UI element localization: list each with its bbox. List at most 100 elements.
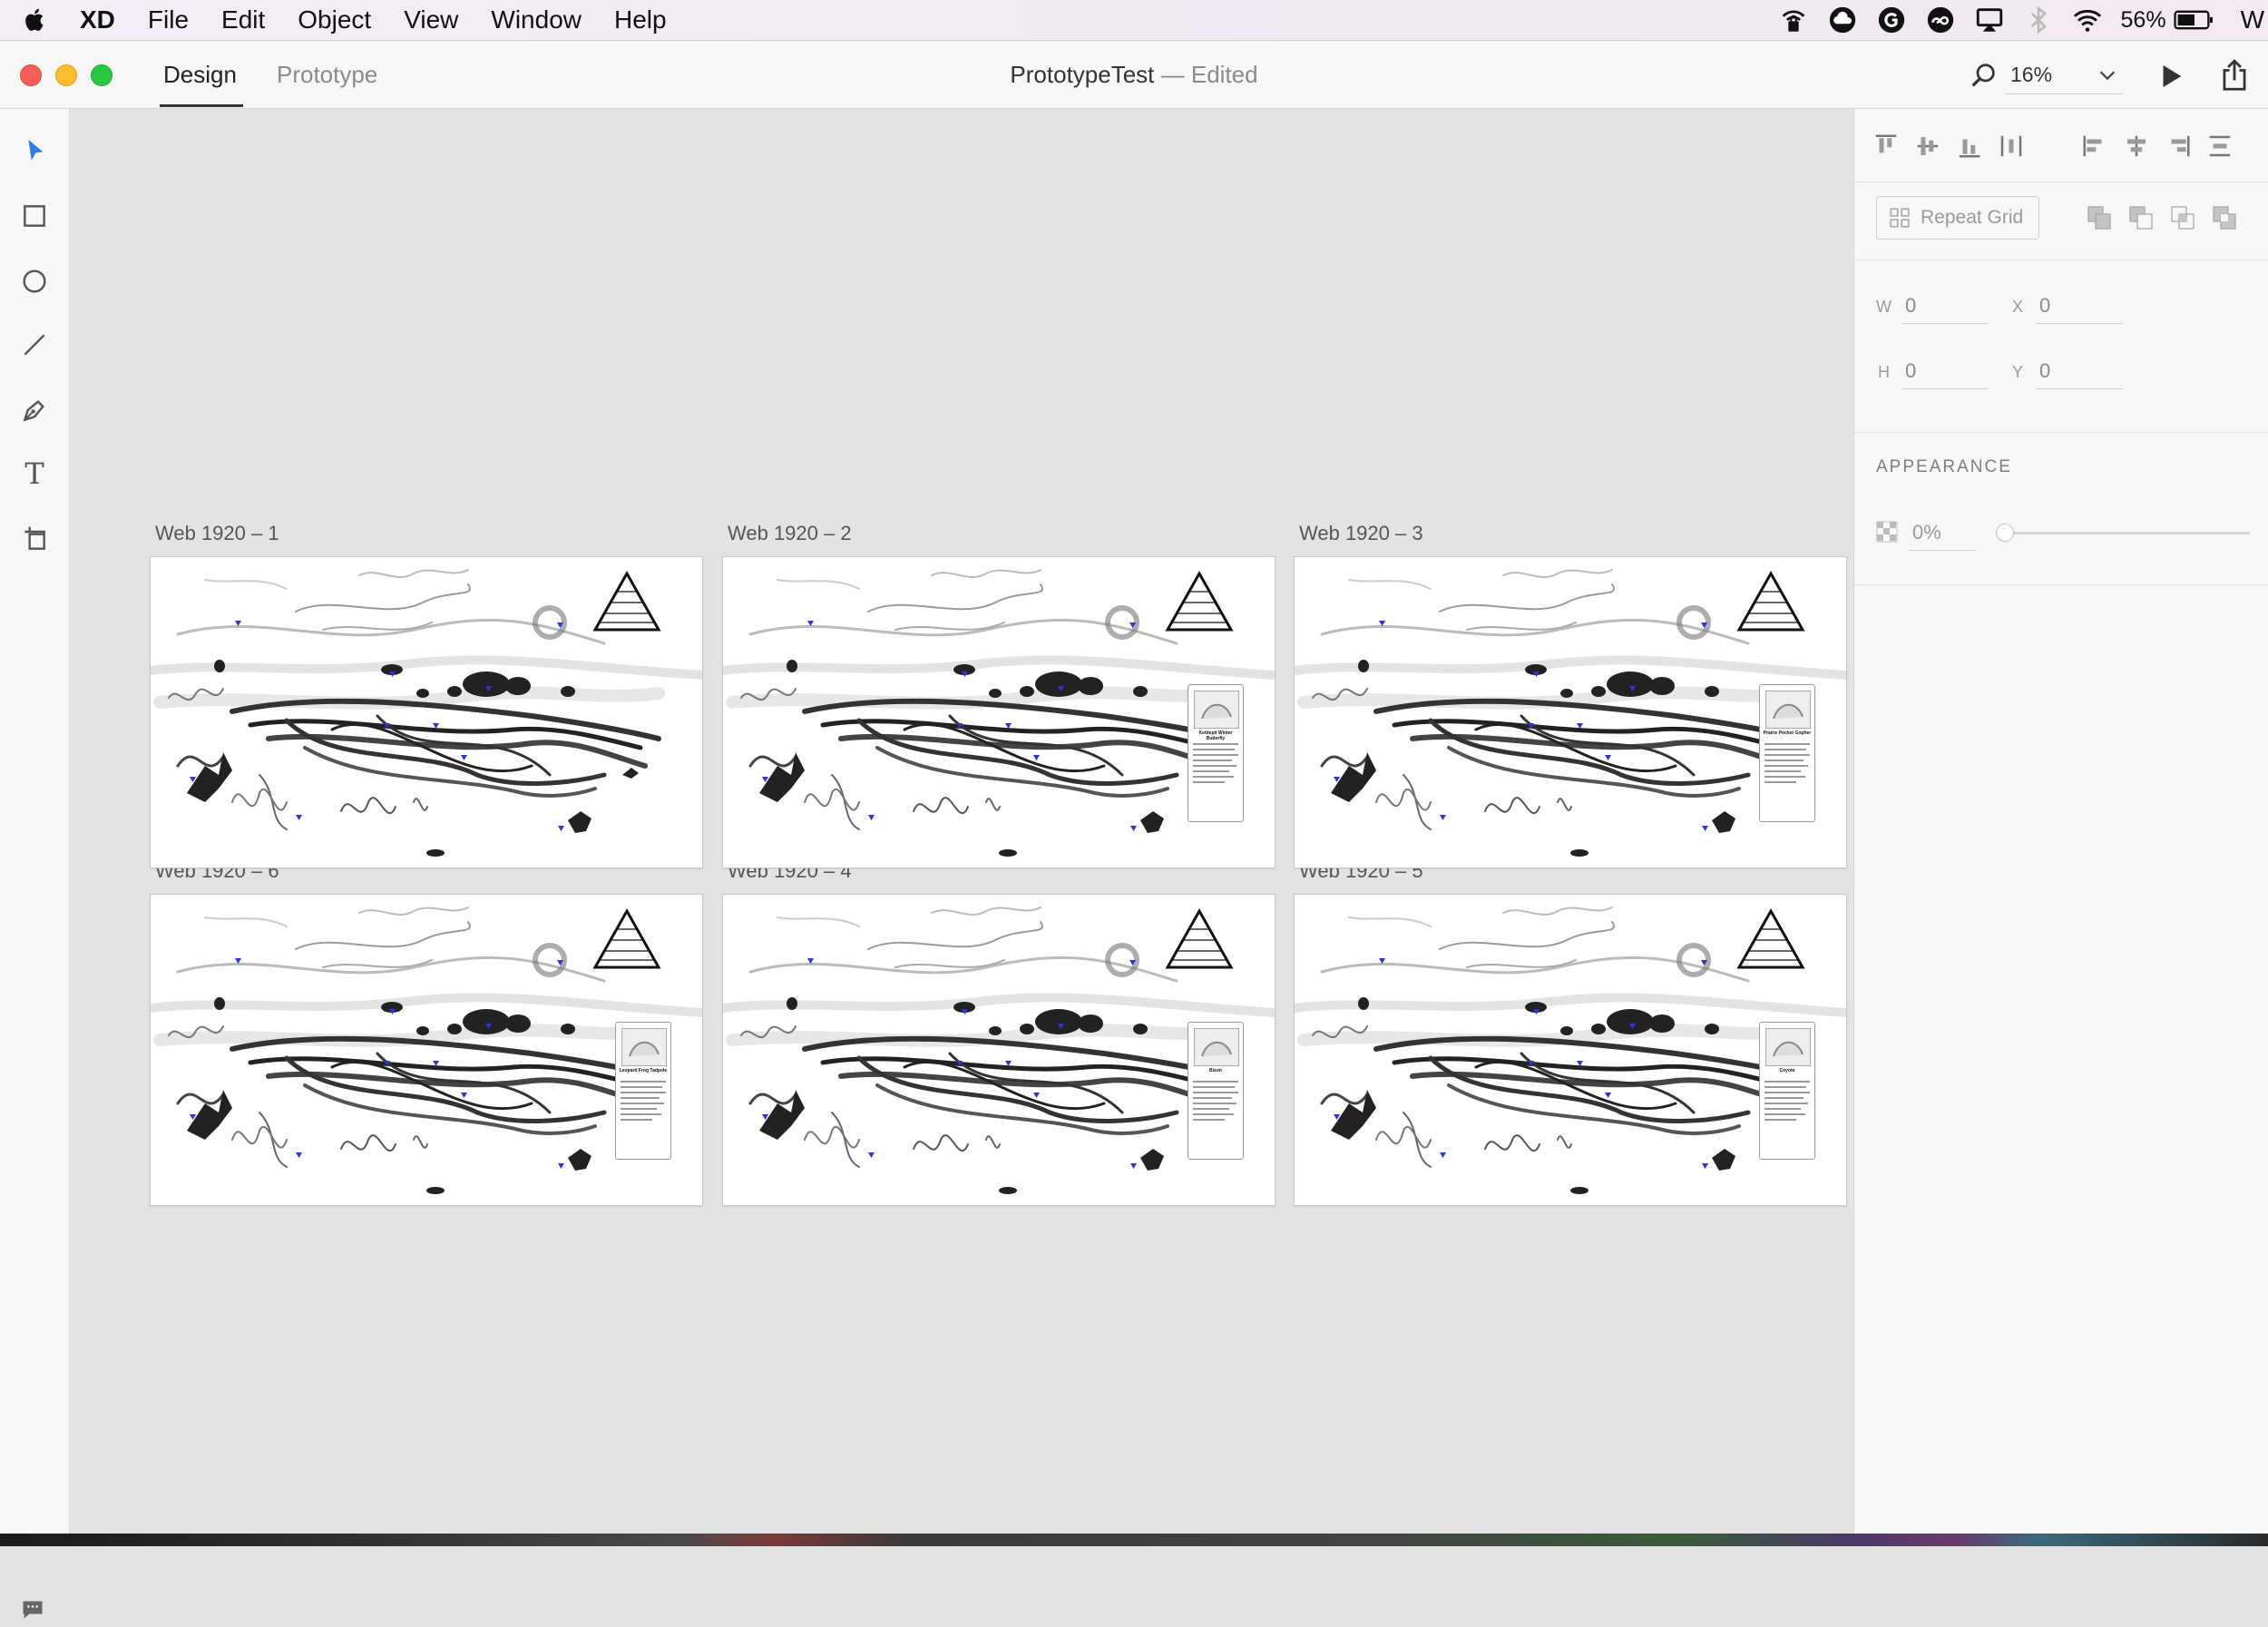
opacity-slider[interactable] xyxy=(2003,532,2250,534)
document-name: PrototypeTest xyxy=(1010,61,1155,88)
y-field[interactable]: 0 xyxy=(2039,359,2050,383)
grammarly-icon[interactable] xyxy=(1876,5,1907,35)
align-center-icon[interactable] xyxy=(2123,132,2150,160)
opacity-slider-handle[interactable] xyxy=(1996,524,2014,542)
divider xyxy=(1854,181,2268,182)
x-label: X xyxy=(2012,298,2024,316)
ellipse-tool-icon[interactable] xyxy=(18,265,51,298)
width-field-underline xyxy=(1901,323,1989,324)
canvas[interactable]: Web 1920 – 1 Web 1920 – 2 Web 1920 – 3 W… xyxy=(70,109,1853,1534)
species-thumbnail xyxy=(1194,691,1239,729)
document-state: — Edited xyxy=(1154,61,1258,88)
species-card-title: Prairie Pocket Gopher xyxy=(1763,730,1812,736)
cloud-icon[interactable] xyxy=(1827,5,1858,35)
opacity-field-underline xyxy=(1909,550,1976,551)
x-field-underline xyxy=(2036,323,2123,324)
opacity-checker-icon xyxy=(1876,521,1898,543)
title-bar: Design Prototype PrototypeTest — Edited … xyxy=(0,41,2268,109)
zoom-field-underline xyxy=(2005,93,2123,94)
species-card-title: Bison xyxy=(1209,1068,1222,1073)
align-bottom-icon[interactable] xyxy=(1956,132,1983,160)
sketch-scene xyxy=(151,569,702,857)
align-left-icon[interactable] xyxy=(2081,132,2108,160)
distribute-vertical-icon[interactable] xyxy=(2206,132,2234,160)
artboard-label-1[interactable]: Web 1920 – 1 xyxy=(155,522,279,545)
add-boolean-icon[interactable] xyxy=(2085,203,2114,232)
menubar-clock[interactable]: W xyxy=(2241,5,2264,34)
rectangle-tool-icon[interactable] xyxy=(18,200,51,232)
share-icon[interactable] xyxy=(2219,59,2250,92)
x-field[interactable]: 0 xyxy=(2039,294,2050,318)
artboard-label-2[interactable]: Web 1920 – 2 xyxy=(728,522,852,545)
height-field[interactable]: 0 xyxy=(1905,359,1916,383)
align-top-icon[interactable] xyxy=(1872,132,1900,160)
species-card-text xyxy=(621,1081,666,1124)
creative-cloud-icon[interactable] xyxy=(1925,5,1956,35)
tools-panel: T xyxy=(0,109,70,1619)
divider xyxy=(1854,584,2268,585)
bluetooth-icon[interactable] xyxy=(2023,5,2054,35)
artboard-web-1920-4[interactable]: Bison xyxy=(722,894,1276,1206)
menu-window[interactable]: Window xyxy=(491,5,582,34)
repeat-grid-button[interactable]: Repeat Grid xyxy=(1876,196,2039,240)
intersect-boolean-icon[interactable] xyxy=(2168,203,2197,232)
divider xyxy=(1854,432,2268,433)
lock-wifi-icon[interactable] xyxy=(1778,5,1809,35)
zoom-search-icon[interactable] xyxy=(1969,61,1998,90)
wifi-icon[interactable] xyxy=(2072,5,2103,35)
menu-app-name[interactable]: XD xyxy=(80,5,115,34)
status-area: 56% W xyxy=(1778,0,2268,40)
subtract-boolean-icon[interactable] xyxy=(2126,203,2156,232)
menu-help[interactable]: Help xyxy=(614,5,667,34)
exclude-boolean-icon[interactable] xyxy=(2210,203,2239,232)
species-card-text xyxy=(1193,1081,1238,1124)
align-middle-icon[interactable] xyxy=(1914,132,1941,160)
height-field-underline xyxy=(1901,388,1989,389)
appearance-heading: APPEARANCE xyxy=(1876,457,2012,476)
dock-strip xyxy=(0,1534,2268,1546)
species-info-card[interactable]: Coyote xyxy=(1759,1022,1815,1160)
species-info-card[interactable]: Bison xyxy=(1188,1022,1244,1160)
select-tool-icon[interactable] xyxy=(18,134,51,167)
species-info-card[interactable]: Prairie Pocket Gopher xyxy=(1759,684,1815,822)
artboard-web-1920-6[interactable]: Leopard Frog Tadpole xyxy=(150,894,703,1206)
y-field-underline xyxy=(2036,388,2123,389)
menu-edit[interactable]: Edit xyxy=(221,5,265,34)
species-info-card[interactable]: Kettlepit Winter Butterfly xyxy=(1188,684,1244,822)
species-info-card[interactable]: Leopard Frog Tadpole xyxy=(615,1022,671,1160)
menu-view[interactable]: View xyxy=(404,5,458,34)
airplay-icon[interactable] xyxy=(1974,5,2005,35)
artboard-web-1920-1[interactable] xyxy=(150,556,703,868)
menu-bar: XD File Edit Object View Window Help 56% xyxy=(0,0,2268,41)
text-tool-icon[interactable]: T xyxy=(18,456,51,491)
repeat-grid-icon xyxy=(1890,208,1910,228)
chevron-down-icon[interactable] xyxy=(2097,66,2117,84)
width-field[interactable]: 0 xyxy=(1905,294,1916,318)
species-card-title: Kettlepit Winter Butterfly xyxy=(1198,730,1233,741)
species-card-text xyxy=(1765,1081,1810,1124)
opacity-field[interactable]: 0% xyxy=(1912,521,1941,544)
zoom-level[interactable]: 16% xyxy=(2010,63,2052,87)
pen-tool-icon[interactable] xyxy=(18,394,51,426)
species-thumbnail xyxy=(621,1028,667,1066)
artboard-web-1920-2[interactable]: Kettlepit Winter Butterfly xyxy=(722,556,1276,868)
property-inspector: Repeat Grid W 0 X 0 H 0 Y 0 APPEARANCE 0… xyxy=(1853,109,2268,1534)
menu-file[interactable]: File xyxy=(148,5,189,34)
height-label: H xyxy=(1878,363,1890,381)
width-label: W xyxy=(1876,298,1892,316)
text-tool-glyph: T xyxy=(24,456,44,491)
artboard-web-1920-3[interactable]: Prairie Pocket Gopher xyxy=(1294,556,1847,868)
artboard-web-1920-5[interactable]: Coyote xyxy=(1294,894,1847,1206)
artboard-label-3[interactable]: Web 1920 – 3 xyxy=(1299,522,1423,545)
comment-icon[interactable] xyxy=(20,1597,45,1622)
distribute-horizontal-icon[interactable] xyxy=(1998,132,2025,160)
play-preview-button[interactable] xyxy=(2156,61,2186,92)
artboard-tool-icon[interactable] xyxy=(18,523,51,555)
align-right-icon[interactable] xyxy=(2165,132,2192,160)
active-tab-indicator xyxy=(160,104,243,107)
apple-icon[interactable] xyxy=(22,5,53,35)
battery-icon[interactable] xyxy=(2173,5,2215,35)
menu-object[interactable]: Object xyxy=(298,5,371,34)
species-card-text xyxy=(1193,743,1238,787)
line-tool-icon[interactable] xyxy=(18,328,51,361)
